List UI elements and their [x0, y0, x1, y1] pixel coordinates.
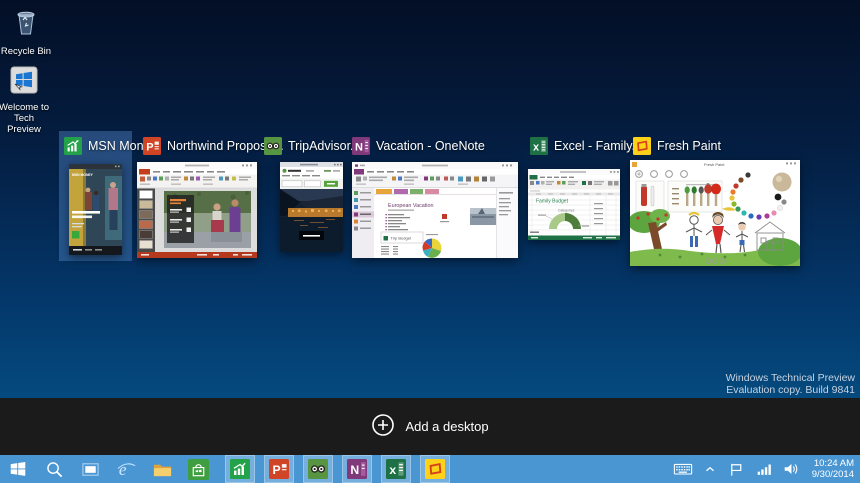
taskbar-powerpoint-button[interactable]: P: [264, 455, 294, 483]
tripadvisor-thumbnail[interactable]: [280, 162, 343, 252]
msn-money-icon: [230, 459, 250, 479]
start-button[interactable]: [6, 455, 30, 483]
powerpoint-icon: P: [269, 459, 289, 479]
taskbar: e P N x 10:24 AM 9/30/2014: [0, 455, 860, 483]
fresh-paint-thumbnail[interactable]: Fresh Paint: [630, 160, 800, 266]
tile-title: Fresh Paint: [657, 139, 721, 153]
svg-text:x: x: [533, 142, 540, 154]
svg-text:e: e: [118, 460, 126, 479]
tripadvisor-icon: [264, 137, 282, 155]
svg-text:Trip Budget: Trip Budget: [391, 236, 412, 241]
svg-text:European Vacation: European Vacation: [388, 203, 433, 209]
taskbar-msn-money-button[interactable]: [225, 455, 255, 483]
powerpoint-icon: P: [143, 137, 161, 155]
network-signal-icon: [757, 464, 771, 475]
build-watermark: Windows Technical Preview Evaluation cop…: [725, 372, 855, 396]
msn-money-icon: [64, 137, 82, 155]
tripadvisor-icon: [308, 459, 328, 479]
task-view-button[interactable]: [78, 455, 102, 483]
taskbar-clock[interactable]: 10:24 AM 9/30/2014: [808, 458, 854, 480]
taskbar-onenote-button[interactable]: N: [342, 455, 372, 483]
svg-text:P: P: [273, 463, 281, 477]
search-button[interactable]: [42, 455, 66, 483]
file-explorer-icon: [153, 464, 171, 476]
volume-button[interactable]: [781, 459, 801, 479]
taskbar-excel-button[interactable]: x: [381, 455, 411, 483]
welcome-label: Welcome to Tech Preview: [0, 102, 49, 135]
tile-title: Vacation - OneNote: [376, 139, 485, 153]
recycle-bin-label: Recycle Bin: [0, 46, 52, 57]
welcome-desktop-icon[interactable]: Welcome to Tech Preview: [0, 66, 52, 135]
svg-text:N: N: [355, 142, 363, 154]
recycle-bin-desktop-icon[interactable]: Recycle Bin: [0, 6, 54, 57]
excel-thumbnail[interactable]: Family Budget Categories: [528, 169, 620, 240]
fresh-paint-icon: [633, 137, 651, 155]
clock-date: 9/30/2014: [811, 469, 854, 480]
touch-keyboard-icon: [673, 463, 692, 475]
svg-text:Family Budget: Family Budget: [536, 199, 569, 205]
add-desktop-bar: Add a desktop: [0, 398, 860, 455]
flag-icon: [731, 463, 742, 476]
task-view-tile-fresh-paint[interactable]: Fresh Paint Fresh Paint: [627, 131, 805, 269]
internet-explorer-icon: e: [117, 460, 135, 479]
taskbar-running-apps: P N x: [216, 455, 450, 483]
svg-text:x: x: [389, 463, 396, 477]
task-view-tile-msn-money[interactable]: MSN Mon... MSN MONEY: [59, 131, 154, 261]
windows-task-view-screen: Recycle Bin Welcome to Tech Preview MSN …: [0, 0, 860, 483]
task-view-tile-onenote[interactable]: N Vacation - OneNote European Vacation T…: [346, 131, 518, 261]
internet-explorer-button[interactable]: e: [114, 455, 138, 483]
task-view-icon: [81, 462, 99, 476]
svg-text:Categories: Categories: [558, 209, 575, 213]
add-desktop-button[interactable]: Add a desktop: [371, 413, 489, 440]
store-button[interactable]: [186, 455, 210, 483]
action-center-button[interactable]: [727, 459, 747, 479]
onenote-icon: N: [352, 137, 370, 155]
network-button[interactable]: [754, 459, 774, 479]
svg-text:MSN MONEY: MSN MONEY: [72, 173, 94, 177]
add-desktop-label: Add a desktop: [405, 419, 489, 434]
touch-keyboard-button[interactable]: [673, 459, 693, 479]
msn-money-thumbnail[interactable]: MSN MONEY: [69, 164, 122, 255]
onenote-thumbnail[interactable]: European Vacation Trip Budget: [352, 162, 518, 258]
onenote-icon: N: [347, 459, 367, 479]
chevron-up-icon: [705, 466, 714, 472]
store-icon: [187, 458, 209, 480]
svg-text:N: N: [350, 463, 359, 477]
speaker-icon: [784, 464, 797, 474]
svg-text:Fresh Paint: Fresh Paint: [704, 162, 725, 167]
clock-time: 10:24 AM: [813, 458, 854, 469]
excel-icon: x: [530, 137, 548, 155]
file-explorer-button[interactable]: [150, 455, 174, 483]
recycle-bin-icon: [0, 6, 54, 43]
system-tray: 10:24 AM 9/30/2014: [673, 455, 860, 483]
show-hidden-icons-button[interactable]: [700, 459, 720, 479]
windows-logo-icon: [10, 462, 26, 476]
fresh-paint-icon: [425, 459, 445, 479]
taskbar-fresh-paint-button[interactable]: [420, 455, 450, 483]
plus-circle-icon: [371, 413, 395, 440]
svg-text:P: P: [146, 142, 153, 154]
welcome-tech-preview-icon: [0, 66, 52, 99]
taskbar-tripadvisor-button[interactable]: [303, 455, 333, 483]
task-view-tile-excel[interactable]: x Excel - Family... Family Budget Catego…: [524, 131, 642, 243]
search-icon: [46, 461, 62, 477]
excel-icon: x: [386, 459, 406, 479]
powerpoint-thumbnail[interactable]: [137, 162, 257, 258]
task-view-tile-powerpoint[interactable]: P Northwind Proposa...: [137, 131, 284, 261]
task-view-tile-tripadvisor[interactable]: TripAdvisor...: [258, 131, 360, 256]
